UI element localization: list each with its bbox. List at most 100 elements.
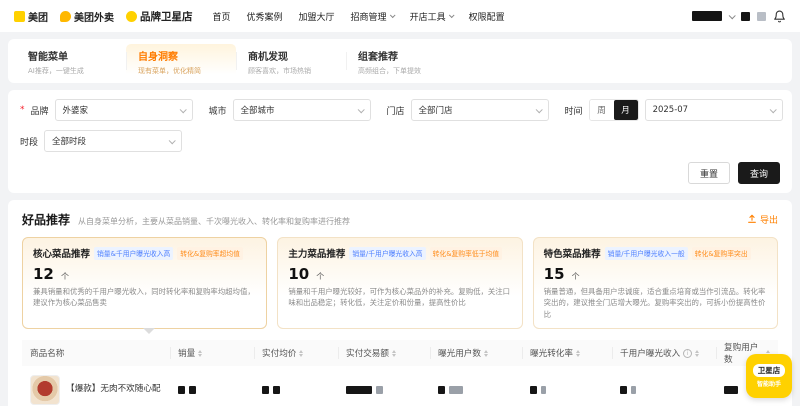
info-icon[interactable]: i [683,349,692,358]
chevron-down-icon [448,12,454,18]
redacted-value [189,386,196,394]
th-transaction-amount[interactable]: 实付交易额 [338,340,430,366]
export-label: 导出 [760,213,778,226]
redacted-value [273,386,280,394]
redacted-value [620,386,627,394]
cell-transaction-amount-redacted [338,386,430,394]
nav-item-home[interactable]: 首页 [213,10,231,23]
period-select[interactable]: 全部时段 [44,130,182,152]
brand-select[interactable]: 外婆家 [55,99,193,121]
nav-item-store-tools[interactable]: 开店工具 [410,10,453,23]
widget-bubble-label: 卫星店 [753,364,786,377]
account-name-redacted[interactable] [692,11,722,21]
chevron-down-icon[interactable] [729,12,736,19]
chevron-down-icon [357,106,364,113]
filter-panel: * 品牌 外婆家 城市 全部城市 门店 全部门店 时间 周 [8,90,792,193]
redacted-value [449,386,463,394]
card-core-dish-description: 兼具销量和优秀的千用户曝光收入，同时转化率和复购率均超均值，建议作为核心菜品售卖 [33,286,256,309]
notification-bell-icon[interactable] [773,10,786,23]
th-exposed-users[interactable]: 曝光用户数 [430,340,522,366]
period-label: 时段 [20,135,38,148]
tab-combo[interactable]: 组套推荐 高频组合，下单提效 [346,44,456,78]
brand-label: 品牌 [31,104,49,117]
card-special-dish-count: 15 个 [544,264,767,283]
dish-table: 商品名称 销量 实付均价 实付交易额 曝光用户数 曝光转化率 [22,340,778,406]
redacted-badge [757,12,766,21]
satellite-assistant-widget[interactable]: 卫星店 智能助手 [746,354,792,398]
card-main-dish-count-unit: 个 [316,272,324,281]
section-title: 好品推荐 [22,211,70,228]
redacted-avatar [741,12,750,21]
tab-self-insight-title: 自身洞察 [138,48,224,63]
nav-item-cases[interactable]: 优秀案例 [247,10,283,23]
card-core-dish[interactable]: 核心菜品推荐 销量&千用户曝光收入高 转化&复购率超均值 12 个 兼具销量和优… [22,237,267,329]
filter-row-1: * 品牌 外婆家 城市 全部城市 门店 全部门店 时间 周 [20,99,780,121]
sort-icon[interactable] [392,350,396,358]
card-main-dish-description: 销量和千用户曝光较好，可作为核心菜品外的补充。复购低，关注口味和出品稳定；转化低… [288,286,511,309]
card-main-dish[interactable]: 主力菜品推荐 销量/千用户曝光收入高 转化&复购率低于均值 10 个 销量和千用… [277,237,522,329]
filter-row-2: 时段 全部时段 [20,130,780,152]
th-avg-price[interactable]: 实付均价 [254,340,338,366]
export-button[interactable]: 导出 [747,213,778,226]
waimai-logo[interactable]: 美团外卖 [60,9,114,24]
redacted-value [541,386,546,394]
nav-item-investment[interactable]: 招商管理 [351,10,394,23]
th-exposure-revenue[interactable]: 千用户曝光收入 i [612,340,716,366]
waimai-logo-text: 美团外卖 [74,9,114,24]
tab-smart-menu[interactable]: 智能菜单 AI推荐，一键生成 [16,44,126,78]
dish-photo [30,375,60,405]
query-button[interactable]: 查询 [738,162,780,184]
dish-name: 【爆款】无肉不欢随心配 [66,384,161,395]
nav-item-permissions[interactable]: 权限配置 [469,10,505,23]
sort-icon[interactable] [299,350,303,358]
card-main-dish-header: 主力菜品推荐 销量/千用户曝光收入高 转化&复购率低于均值 [288,246,511,260]
dish-table-header: 商品名称 销量 实付均价 实付交易额 曝光用户数 曝光转化率 [22,340,778,366]
th-conversion-rate[interactable]: 曝光转化率 [522,340,612,366]
tab-smart-menu-title: 智能菜单 [28,48,114,63]
cell-conversion-rate-redacted [522,386,612,394]
cell-product-name: 【爆款】无肉不欢随心配 [22,375,170,405]
card-main-dish-count: 10 个 [288,264,511,283]
nav-item-franchise-hall-label: 加盟大厅 [299,10,335,23]
sort-icon[interactable] [695,350,699,358]
tab-combo-title: 组套推荐 [358,48,444,63]
card-special-dish-title: 特色菜品推荐 [544,246,601,260]
sort-icon[interactable] [484,350,488,358]
card-special-dish-badge-conversion: 转化&复购率突出 [692,247,751,260]
card-special-dish[interactable]: 特色菜品推荐 销量/千用户曝光收入一般 转化&复购率突出 15 个 销量普通，但… [533,237,778,329]
feature-tabs: 智能菜单 AI推荐，一键生成 自身洞察 现有菜单，优化精简 商机发现 顾客喜欢，… [8,39,792,83]
card-main-dish-title: 主力菜品推荐 [288,246,345,260]
cell-avg-price-redacted [254,386,338,394]
time-month-option[interactable]: 月 [614,100,638,120]
recommendation-panel: 好品推荐 从自身菜单分析，主要从菜品销量、千次曝光收入、转化率和复购率进行推荐 … [8,200,792,406]
redacted-value [631,386,636,394]
card-core-dish-header: 核心菜品推荐 销量&千用户曝光收入高 转化&复购率超均值 [33,246,256,260]
sort-icon[interactable] [576,350,580,358]
store-select[interactable]: 全部门店 [411,99,549,121]
store-label: 门店 [387,104,405,117]
meituan-logo-icon [14,11,25,22]
chevron-down-icon [179,106,186,113]
card-core-dish-title: 核心菜品推荐 [33,246,90,260]
cell-exposure-revenue-redacted [612,386,716,394]
sort-icon[interactable] [198,350,202,358]
time-week-option[interactable]: 周 [590,100,614,120]
tab-self-insight[interactable]: 自身洞察 现有菜单，优化精简 [126,44,236,78]
filter-brand: * 品牌 外婆家 [20,99,193,121]
satellite-store-logo[interactable]: 品牌卫星店 [126,9,193,24]
city-label: 城市 [209,104,227,117]
reset-button[interactable]: 重置 [688,162,730,184]
date-select[interactable]: 2025-07 [645,99,783,121]
filter-time: 时间 周 月 2025-07 [565,99,783,121]
meituan-logo[interactable]: 美团 [14,9,48,24]
time-granularity-toggle: 周 月 [589,99,639,121]
card-special-dish-badge-sales: 销量/千用户曝光收入一般 [605,247,688,260]
th-product-name-label: 商品名称 [30,347,64,359]
time-label: 时间 [565,104,583,117]
tab-opportunity[interactable]: 商机发现 顾客喜欢，市场热销 [236,44,346,78]
city-select[interactable]: 全部城市 [233,99,371,121]
table-row[interactable]: 【爆款】无肉不欢随心配 [22,366,778,406]
card-special-dish-count-unit: 个 [572,272,580,281]
th-sales[interactable]: 销量 [170,340,254,366]
nav-item-franchise-hall[interactable]: 加盟大厅 [299,10,335,23]
